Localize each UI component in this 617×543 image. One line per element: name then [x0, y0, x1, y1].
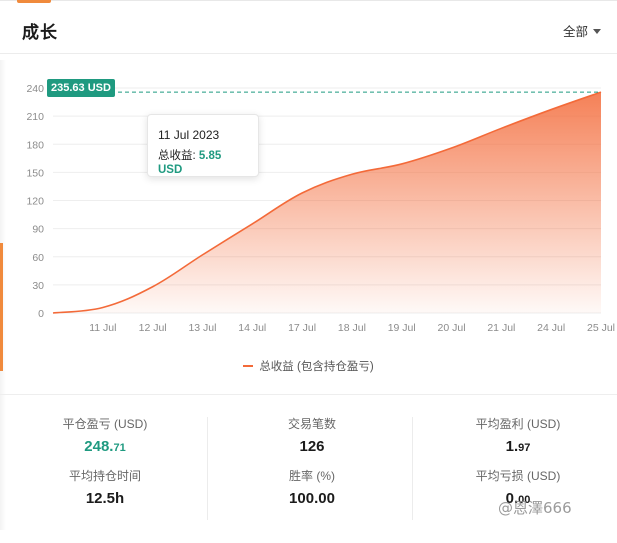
stats-divider: [0, 394, 617, 395]
y-tick-label: 180: [26, 139, 44, 151]
stat-value-int: 248.: [84, 438, 114, 455]
stat-label: 交易笔数: [287, 417, 336, 431]
stat-label: 平均亏损 (USD): [475, 469, 561, 483]
x-tick-label: 12 Jul: [139, 322, 167, 334]
stat-win-rate: 胜率 (%) 100.00: [232, 469, 392, 508]
x-tick-label: 21 Jul: [487, 322, 515, 334]
stat-avg-hold-time: 平均持仓时间 12.5h: [25, 469, 185, 508]
stat-value: 248.71: [25, 438, 185, 457]
stat-label: 胜率 (%): [289, 469, 335, 483]
stat-value-dec: 97: [518, 442, 531, 454]
y-tick-label: 210: [26, 111, 44, 123]
x-tick-label: 19 Jul: [388, 322, 416, 334]
caret-down-icon: [593, 28, 601, 34]
stat-value-int: 1.: [505, 438, 519, 455]
time-range-dropdown[interactable]: 全部: [563, 21, 601, 40]
y-tick-label: 30: [32, 280, 44, 292]
time-range-label: 全部: [562, 25, 588, 39]
stat-trade-count: 交易笔数 126: [232, 417, 392, 456]
y-tick-label: 240: [26, 83, 44, 95]
x-tick-label: 24 Jul: [537, 322, 565, 334]
stat-label: 平均持仓时间: [68, 469, 141, 483]
stat-avg-profit: 平均盈利 (USD) 1.97: [438, 417, 598, 457]
stat-value: 126: [299, 438, 325, 455]
series-area: [53, 92, 601, 313]
x-tick-label: 17 Jul: [288, 322, 316, 334]
page-title: 成长: [22, 23, 58, 42]
stat-label: 平均盈利 (USD): [475, 417, 561, 431]
active-tab-indicator: [17, 0, 51, 3]
y-tick-label: 90: [32, 224, 44, 236]
legend-label: 总收益 (包含持仓盈亏): [259, 361, 374, 373]
chart-tooltip: 11 Jul 2023 总收益: 5.85 USD: [147, 114, 259, 177]
x-tick-label: 14 Jul: [238, 322, 266, 334]
x-tick-label: 18 Jul: [338, 322, 366, 334]
growth-chart[interactable]: 0 30 60 90 120 150 180 210 240 11 Jul 12 Jul 13 Jul…: [0, 55, 617, 385]
legend-line-swatch: [243, 365, 254, 367]
x-tick-label: 11 Jul: [89, 322, 116, 334]
x-tick-label: 13 Jul: [188, 322, 216, 334]
y-tick-label: 120: [26, 196, 44, 208]
card-header: 成长 全部: [0, 0, 617, 54]
tooltip-label: 总收益:: [158, 150, 196, 162]
chart-legend[interactable]: 总收益 (包含持仓盈亏): [0, 358, 617, 374]
stats-column-separator: [412, 417, 413, 520]
stats-column-separator: [207, 417, 208, 520]
watermark: @恩澤666: [498, 499, 572, 517]
stat-value: 100.00: [289, 490, 335, 507]
y-tick-label: 150: [26, 167, 44, 179]
y-tick-label: 0: [38, 308, 44, 320]
tooltip-date: 11 Jul 2023: [158, 128, 220, 142]
current-value-tag: 235.63 USD: [47, 79, 115, 97]
growth-chart-svg: 0 30 60 90 120 150 180 210 240 11 Jul 12 Jul 13 Jul…: [26, 83, 615, 334]
stat-label: 平仓盈亏 (USD): [62, 417, 148, 431]
stat-value: 12.5h: [85, 490, 125, 507]
stat-value-dec: 71: [113, 442, 126, 454]
tooltip-row: 总收益: 5.85 USD: [158, 149, 248, 177]
x-tick-label: 25 Jul: [587, 322, 615, 334]
y-tick-label: 60: [32, 252, 44, 264]
stat-value: 1.97: [438, 438, 598, 457]
x-tick-label: 20 Jul: [438, 322, 466, 334]
stat-closed-pnl: 平仓盈亏 (USD) 248.71: [25, 417, 185, 457]
